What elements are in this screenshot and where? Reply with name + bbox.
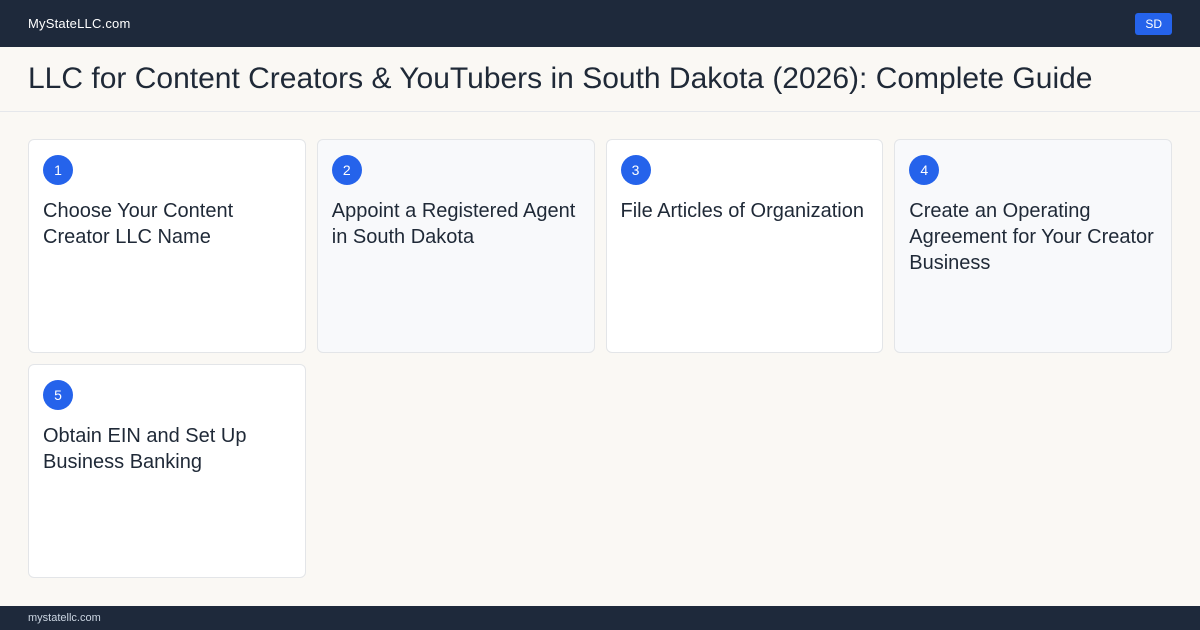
step-card-2[interactable]: 2 Appoint a Registered Agent in South Da… bbox=[316, 139, 595, 353]
site-brand-link[interactable]: MyStateLLC.com bbox=[28, 16, 131, 31]
step-number-badge: 1 bbox=[43, 155, 73, 185]
step-card-3[interactable]: 3 File Articles of Organization bbox=[605, 139, 884, 353]
step-title: Choose Your Content Creator LLC Name bbox=[43, 200, 234, 248]
step-number-badge: 5 bbox=[43, 380, 73, 410]
title-section: LLC for Content Creators & YouTubers in … bbox=[0, 47, 1200, 112]
step-card-1[interactable]: 1 Choose Your Content Creator LLC Name bbox=[28, 139, 306, 353]
step-card-5[interactable]: 5 Obtain EIN and Set Up Business Banking bbox=[28, 364, 306, 578]
step-number-badge: 2 bbox=[331, 155, 362, 185]
footer-domain-link[interactable]: mystatellc.com bbox=[28, 612, 101, 624]
step-title: Create an Operating Agreement for Your C… bbox=[909, 200, 1154, 274]
state-badge: SD bbox=[1135, 12, 1172, 35]
step-title: Appoint a Registered Agent in South Dako… bbox=[331, 200, 576, 248]
top-nav-bar: MyStateLLC.com SD bbox=[0, 0, 1200, 47]
step-number-badge: 4 bbox=[909, 155, 940, 185]
step-number-badge: 3 bbox=[620, 155, 651, 185]
step-title: Obtain EIN and Set Up Business Banking bbox=[43, 425, 247, 473]
steps-grid: 1 Choose Your Content Creator LLC Name 2… bbox=[28, 139, 1172, 578]
page-title: LLC for Content Creators & YouTubers in … bbox=[28, 62, 1093, 95]
step-title: File Articles of Organization bbox=[620, 200, 864, 222]
footer-bar: mystatellc.com bbox=[0, 606, 1200, 630]
step-card-4[interactable]: 4 Create an Operating Agreement for Your… bbox=[894, 139, 1172, 353]
